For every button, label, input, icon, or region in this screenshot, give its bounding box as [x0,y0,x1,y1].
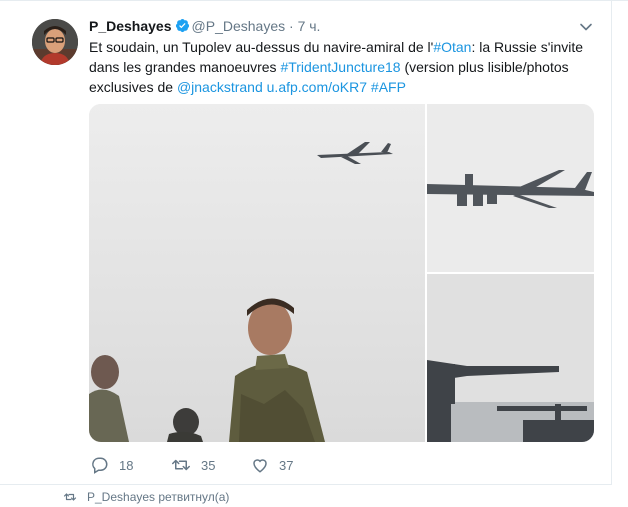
retweet-icon [172,459,190,471]
heart-icon [253,459,267,473]
photo-plane-closeup[interactable] [427,104,594,272]
top-divider [0,0,628,1]
like-count: 37 [279,457,294,473]
verified-badge-icon [175,18,190,37]
photo-ship-gun[interactable] [427,274,594,442]
media-grid [89,104,594,442]
reply-icon [92,457,108,474]
avatar-image [32,19,78,65]
author-avatar[interactable] [32,19,78,65]
photo-image [89,104,425,442]
author-name[interactable]: P_Deshayes [89,18,172,34]
hashtag-link[interactable]: #AFP [371,79,406,95]
reply-count: 18 [119,457,134,473]
retweet-count: 35 [201,457,216,473]
url-link[interactable]: u.afp.com/oKR7 [267,79,367,95]
reply-button[interactable]: 18 [91,455,133,475]
photo-image [427,104,594,272]
retweeted-by-label[interactable]: P_Deshayes ретвитнул(а) [87,490,229,504]
retweet-button[interactable]: 35 [171,455,215,475]
hashtag-link[interactable]: #Otan [433,39,471,55]
tweet-timestamp[interactable]: 7 ч. [298,18,321,34]
photo-soldiers-and-plane[interactable] [89,104,425,442]
like-button[interactable]: 37 [251,455,293,475]
hashtag-link[interactable]: #TridentJuncture18 [280,59,400,75]
header-separator: · [289,18,294,34]
tweet-text: Et soudain, un Tupolev au-dessus du navi… [89,37,594,97]
tweet-header: P_Deshayes @P_Deshayes · 7 ч. [89,17,320,37]
tweet-text-part: Et soudain, un Tupolev au-dessus du navi… [89,39,434,55]
retweet-context: P_Deshayes ретвитнул(а) [63,490,229,504]
timeline-border [611,0,612,484]
chevron-down-icon[interactable] [579,20,593,34]
retweet-icon [63,493,77,501]
tweet-divider [0,484,612,485]
mention-link[interactable]: @jnackstrand [177,79,263,95]
author-handle[interactable]: @P_Deshayes [192,18,286,34]
photo-image [427,274,594,442]
